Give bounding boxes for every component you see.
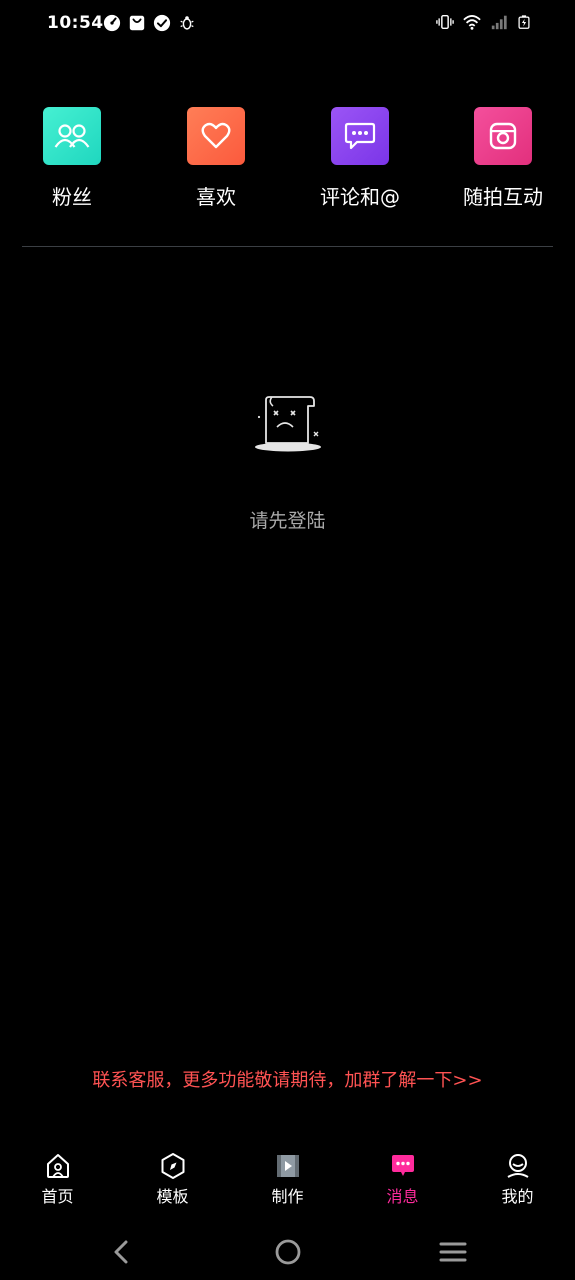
status-time: 10:54 — [47, 13, 104, 33]
status-right-icons — [436, 13, 531, 31]
sad-document-icon — [255, 396, 321, 452]
back-icon[interactable] — [104, 1234, 140, 1270]
home-icon — [46, 1154, 69, 1178]
system-nav-bar — [0, 1224, 575, 1280]
tab-templates-label: 模板 — [156, 1187, 189, 1206]
bottom-tab-bar: 首页 模板 制作 消息 我的 — [0, 1148, 575, 1214]
tab-home-label: 首页 — [41, 1187, 74, 1206]
tab-home[interactable]: 首页 — [0, 1148, 115, 1214]
empty-state-message: 请先登陆 — [249, 510, 326, 532]
users-icon — [54, 124, 90, 148]
tab-messages-label: 消息 — [386, 1187, 419, 1206]
comment-icon — [344, 122, 376, 150]
quick-action-fans-tile — [43, 107, 101, 165]
bug-icon — [180, 16, 194, 30]
tab-profile[interactable]: 我的 — [460, 1148, 575, 1214]
quick-action-likes-tile — [187, 107, 245, 165]
quick-action-snapshots[interactable]: 随拍互动 — [431, 107, 575, 217]
quick-action-snapshots-label: 随拍互动 — [463, 185, 543, 209]
check-circle-icon — [153, 14, 171, 32]
compass-icon — [161, 1153, 184, 1179]
quick-action-comments-label: 评论和@ — [320, 185, 400, 209]
tab-create[interactable]: 制作 — [230, 1148, 345, 1214]
quick-action-fans-label: 粉丝 — [52, 185, 92, 209]
quick-action-comments-tile — [331, 107, 389, 165]
wifi-icon — [463, 15, 481, 30]
message-icon — [391, 1155, 414, 1176]
quick-action-snapshots-tile — [474, 107, 532, 165]
tab-profile-label: 我的 — [501, 1187, 534, 1206]
home-circle-icon[interactable] — [270, 1234, 306, 1270]
shopping-bag-icon — [129, 15, 145, 31]
heart-icon — [201, 122, 231, 149]
video-icon — [276, 1155, 299, 1177]
quick-action-fans[interactable]: 粉丝 — [0, 107, 144, 217]
camera-icon — [489, 122, 517, 150]
status-bar: 10:54 — [0, 0, 575, 48]
section-divider — [22, 246, 553, 247]
quick-action-likes-label: 喜欢 — [196, 185, 236, 209]
quick-action-comments[interactable]: 评论和@ — [288, 107, 432, 217]
quick-actions: 粉丝 喜欢 评论和@ 随拍互动 — [0, 107, 575, 217]
tab-messages[interactable]: 消息 — [345, 1148, 460, 1214]
tab-create-label: 制作 — [271, 1187, 304, 1206]
battery-charging-icon — [518, 15, 530, 29]
status-left-icons — [103, 14, 196, 32]
menu-icon[interactable] — [435, 1234, 471, 1270]
vibrate-icon — [436, 14, 454, 30]
speedometer-icon — [103, 14, 121, 32]
profile-icon — [506, 1154, 529, 1178]
quick-action-likes[interactable]: 喜欢 — [144, 107, 288, 217]
cellular-signal-icon — [491, 15, 507, 30]
tab-templates[interactable]: 模板 — [115, 1148, 230, 1214]
contact-support-link[interactable]: 联系客服，更多功能敬请期待，加群了解一下>> — [0, 1066, 575, 1092]
